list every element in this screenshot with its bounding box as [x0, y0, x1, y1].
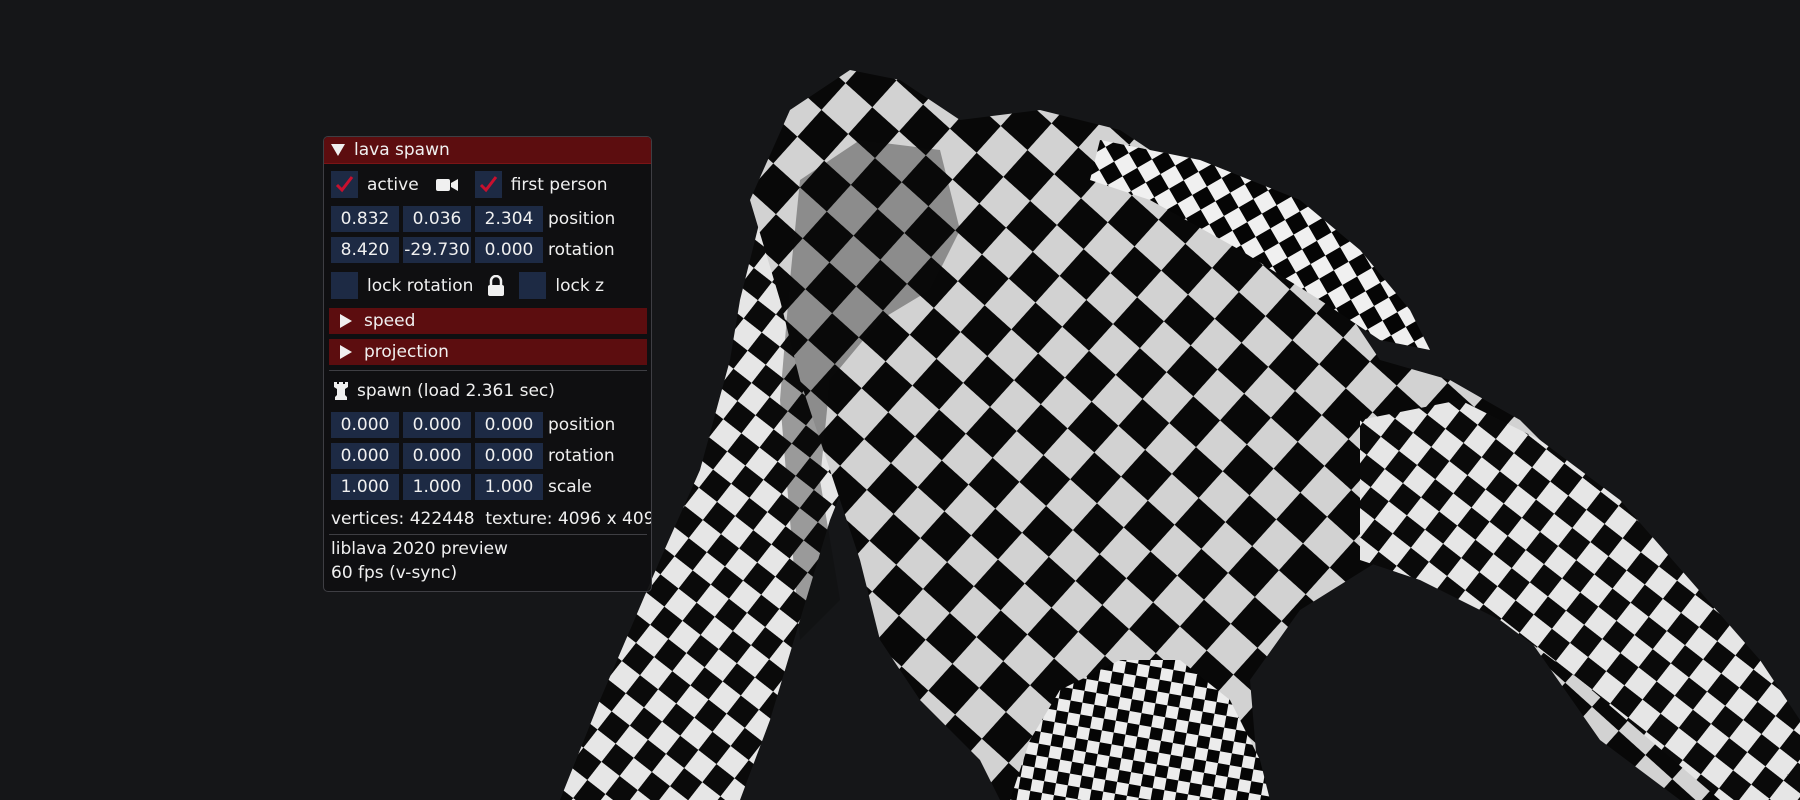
- camera-position-label: position: [548, 209, 616, 229]
- projection-header[interactable]: projection: [329, 339, 647, 365]
- chess-rook-icon: [331, 381, 351, 401]
- stats-text: vertices: 422448 texture: 4096 x 4096: [331, 509, 652, 529]
- fps-text: 60 fps (v-sync): [331, 563, 458, 583]
- speed-header-label: speed: [364, 311, 416, 331]
- lock-z-label: lock z: [555, 275, 605, 296]
- spawn-rotation-z-field[interactable]: 0.000: [475, 443, 543, 469]
- spawn-rotation-label: rotation: [548, 446, 615, 466]
- spawn-rotation-y-field[interactable]: 0.000: [403, 443, 471, 469]
- viewport-3d-model[interactable]: [0, 0, 1800, 800]
- speed-header[interactable]: speed: [329, 308, 647, 334]
- camera-position-y-field[interactable]: 0.036: [403, 206, 471, 232]
- spawn-label: spawn (load 2.361 sec): [357, 381, 555, 401]
- lock-z-checkbox[interactable]: [519, 272, 547, 299]
- camera-rotation-label: rotation: [548, 240, 615, 260]
- window-titlebar[interactable]: lava spawn: [324, 137, 651, 164]
- separator: [329, 370, 647, 371]
- footer-title: liblava 2020 preview: [331, 539, 508, 559]
- camera-rotation-x-field[interactable]: 8.420: [331, 237, 399, 263]
- lock-rotation-checkbox[interactable]: [331, 272, 358, 299]
- spawn-position-y-field[interactable]: 0.000: [403, 412, 471, 438]
- camera-position-z-field[interactable]: 2.304: [475, 206, 543, 232]
- spawn-scale-y-field[interactable]: 1.000: [403, 474, 471, 500]
- lava-spawn-window[interactable]: lava spawn active first person 0.832 0.0…: [323, 136, 652, 592]
- active-label: active: [367, 174, 419, 195]
- expand-triangle-icon: [340, 314, 352, 328]
- spawn-scale-label: scale: [548, 477, 592, 497]
- spawn-scale-z-field[interactable]: 1.000: [475, 474, 543, 500]
- lock-icon: [487, 274, 505, 297]
- spawn-position-z-field[interactable]: 0.000: [475, 412, 543, 438]
- first-person-checkbox[interactable]: [474, 171, 502, 198]
- spawn-scale-x-field[interactable]: 1.000: [331, 474, 399, 500]
- camera-position-x-field[interactable]: 0.832: [331, 206, 399, 232]
- video-camera-icon: [435, 176, 459, 194]
- active-checkbox[interactable]: [331, 171, 358, 198]
- projection-header-label: projection: [364, 342, 449, 362]
- spawn-position-label: position: [548, 415, 616, 435]
- separator: [329, 534, 647, 535]
- collapse-triangle-icon[interactable]: [331, 144, 345, 156]
- window-title: lava spawn: [354, 140, 450, 160]
- spawn-rotation-x-field[interactable]: 0.000: [331, 443, 399, 469]
- camera-rotation-z-field[interactable]: 0.000: [475, 237, 543, 263]
- camera-rotation-y-field[interactable]: -29.730: [403, 237, 471, 263]
- spawn-position-x-field[interactable]: 0.000: [331, 412, 399, 438]
- expand-triangle-icon: [340, 345, 352, 359]
- first-person-label: first person: [510, 174, 608, 195]
- lock-rotation-label: lock rotation: [367, 275, 474, 296]
